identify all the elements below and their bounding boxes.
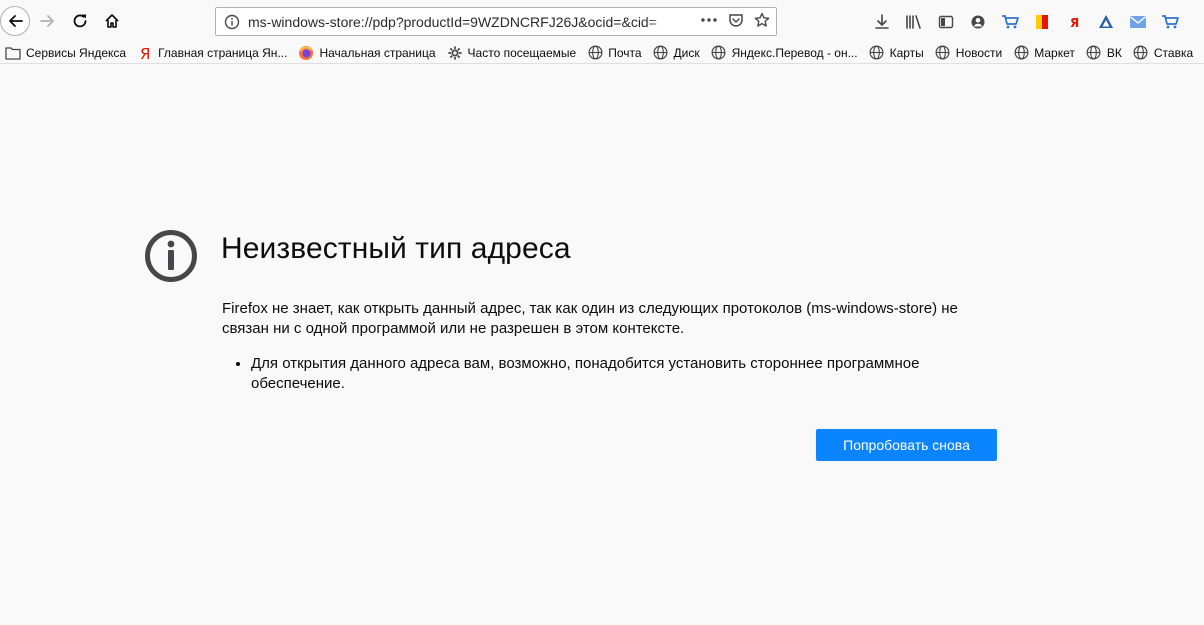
globe-icon [1133, 45, 1149, 61]
error-suggestions: Для открытия данного адреса вам, возможн… [222, 354, 982, 394]
home-icon [105, 14, 119, 28]
bookmark-item[interactable]: Карты [864, 42, 930, 63]
bookmark-item[interactable]: Я Главная страница Ян... [132, 42, 293, 63]
bookmark-item[interactable]: Начальная страница [293, 42, 441, 63]
svg-text:Я: Я [1070, 16, 1079, 30]
bookmark-item[interactable]: Сервисы Яндекса [0, 42, 132, 63]
pocket-icon[interactable] [728, 12, 744, 32]
globe-icon [587, 45, 603, 61]
reload-button[interactable] [65, 6, 95, 36]
error-title: Неизвестный тип адреса [221, 232, 571, 265]
firefox-icon [298, 45, 314, 61]
globe-icon [653, 45, 669, 61]
yandex-disk-icon[interactable] [1090, 8, 1122, 36]
mail-icon[interactable] [1122, 8, 1154, 36]
bookmark-item[interactable]: Почта [582, 42, 647, 63]
back-button[interactable] [0, 6, 30, 36]
bookmark-item[interactable]: Ставка [1128, 42, 1199, 63]
bookmark-item[interactable]: Маркет [1008, 42, 1081, 63]
download-icon[interactable] [866, 8, 898, 36]
home-button[interactable] [97, 6, 127, 36]
bookmark-item[interactable]: ВК [1081, 42, 1128, 63]
info-icon [145, 230, 197, 282]
page-actions-icon[interactable] [700, 12, 718, 32]
error-description: Firefox не знает, как открыть данный адр… [222, 300, 958, 337]
back-arrow-icon [9, 15, 23, 27]
bookmark-item[interactable]: Яндекс.Перевод - он... [706, 42, 864, 63]
forward-button[interactable] [33, 6, 63, 36]
reload-icon [73, 14, 87, 28]
try-again-button[interactable]: Попробовать снова [816, 429, 997, 461]
account-icon[interactable] [962, 8, 994, 36]
yandex-bar-icon[interactable] [1026, 8, 1058, 36]
list-item: Для открытия данного адреса вам, возможн… [251, 354, 982, 394]
bookmark-item[interactable]: Часто посещаемые [442, 42, 583, 63]
folder-icon [5, 45, 21, 61]
bookmark-star-icon[interactable] [754, 12, 770, 32]
bookmarks-toolbar: Сервисы Яндекса Я Главная страница Ян...… [0, 42, 1204, 64]
navigation-toolbar: ms-windows-store://pdp?productId=9WZDNCR… [0, 0, 1204, 42]
globe-icon [869, 45, 885, 61]
forward-arrow-icon [40, 15, 54, 27]
library-icon[interactable] [898, 8, 930, 36]
gear-icon [447, 45, 463, 61]
globe-icon [1086, 45, 1102, 61]
globe-icon [1013, 45, 1029, 61]
market-cart-icon[interactable] [994, 8, 1026, 36]
bookmark-item[interactable]: Новости [930, 42, 1008, 63]
cart-icon[interactable] [1154, 8, 1186, 36]
url-input[interactable]: ms-windows-store://pdp?productId=9WZDNCR… [248, 14, 688, 30]
yandex-icon: Я [137, 45, 153, 61]
sidebar-icon[interactable] [930, 8, 962, 36]
bookmark-item[interactable]: Диск [648, 42, 706, 63]
info-circle-icon [224, 14, 240, 29]
globe-icon [935, 45, 951, 61]
svg-text:Я: Я [140, 45, 150, 61]
site-info-button[interactable] [216, 14, 248, 30]
yandex-y-icon[interactable]: Я [1058, 8, 1090, 36]
url-bar[interactable]: ms-windows-store://pdp?productId=9WZDNCR… [215, 7, 777, 36]
globe-icon [711, 45, 727, 61]
